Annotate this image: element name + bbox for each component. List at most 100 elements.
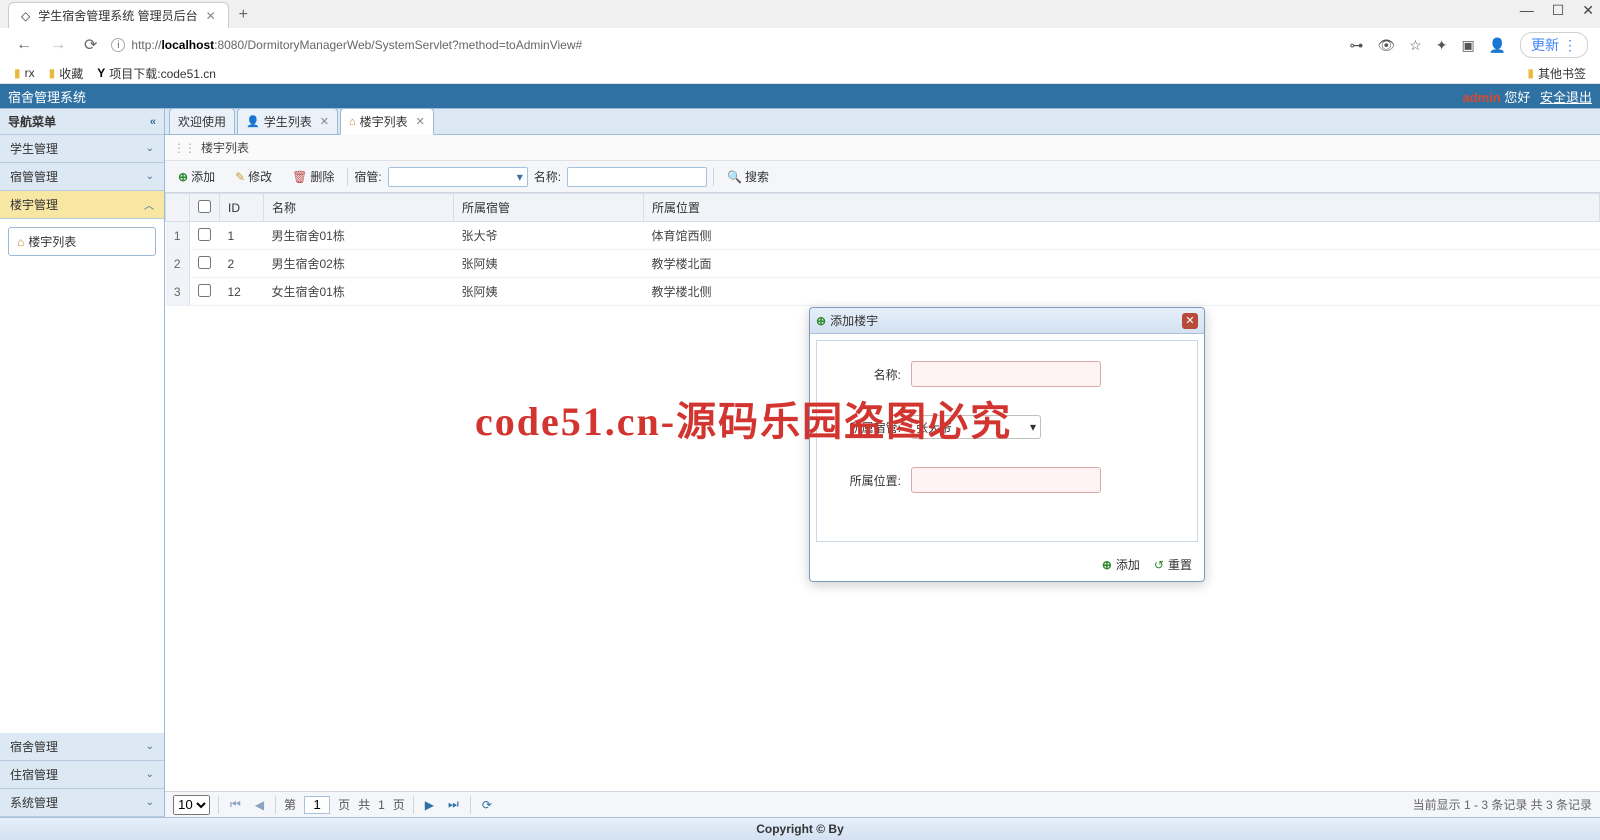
tab-welcome[interactable]: 欢迎使用 (169, 108, 235, 134)
table-row[interactable]: 1 1 男生宿舍01栋 张大爷 体育馆西侧 (166, 222, 1600, 250)
col-location[interactable]: 所属位置 (644, 194, 1600, 222)
last-page-button[interactable]: ⏭ (445, 797, 462, 812)
sidebar-item-building-list[interactable]: ⌂ 楼宇列表 (8, 227, 156, 256)
separator (275, 796, 276, 814)
name-filter-input[interactable] (567, 167, 707, 187)
folder-icon: ▮ (14, 66, 21, 80)
field-manager-label: 所属宿管: (831, 419, 901, 436)
search-button[interactable]: 🔍搜索 (720, 165, 776, 188)
eye-icon[interactable]: 👁 (1377, 37, 1395, 54)
tab-favicon-icon: ◇ (21, 9, 30, 23)
select-all-checkbox[interactable] (198, 200, 211, 213)
home-icon: ⌂ (349, 116, 356, 128)
chevron-down-icon: ⌄ (146, 797, 154, 808)
app-header: 宿舍管理系统 admin 您好 安全退出 (0, 84, 1600, 108)
row-checkbox[interactable] (198, 228, 211, 241)
bookmark-item[interactable]: ▮rx (14, 66, 35, 80)
next-page-button[interactable]: ▶ (422, 798, 437, 812)
bookmark-item[interactable]: Y项目下载:code51.cn (97, 65, 216, 82)
cell-manager: 张阿姨 (454, 278, 644, 306)
logout-link[interactable]: 安全退出 (1540, 90, 1592, 105)
address-bar: ← → ⟳ i http://localhost:8080/DormitoryM… (0, 28, 1600, 62)
row-number: 2 (166, 250, 190, 278)
url-field[interactable]: i http://localhost:8080/DormitoryManager… (111, 38, 1339, 52)
profile-icon[interactable]: 👤 (1489, 37, 1506, 54)
sidebar-group-system[interactable]: 系统管理⌄ (0, 789, 164, 817)
new-tab-button[interactable]: + (229, 2, 258, 28)
table-row[interactable]: 2 2 男生宿舍02栋 张阿姨 教学楼北面 (166, 250, 1600, 278)
cell-name: 男生宿舍02栋 (264, 250, 454, 278)
dialog-title-bar[interactable]: ⊕ 添加楼宇 ✕ (810, 308, 1204, 334)
sidebar: 导航菜单 « 学生管理⌄ 宿管管理⌄ 楼宇管理︿ ⌂ 楼宇列表 宿舍管理⌄ 住宿… (0, 109, 165, 817)
edit-button[interactable]: ✎修改 (228, 165, 279, 188)
first-page-button[interactable]: ⏮ (227, 797, 244, 812)
sidebar-group-student[interactable]: 学生管理⌄ (0, 135, 164, 163)
separator (713, 168, 714, 186)
name-input[interactable] (911, 361, 1101, 387)
cell-name: 女生宿舍01栋 (264, 278, 454, 306)
add-button[interactable]: ⊕添加 (171, 165, 222, 188)
browser-tab[interactable]: ◇ 学生宿舍管理系统 管理员后台 ✕ (8, 2, 229, 28)
row-checkbox[interactable] (198, 256, 211, 269)
tab-title: 学生宿舍管理系统 管理员后台 (38, 7, 197, 24)
filter-manager-label: 宿管: (354, 168, 381, 185)
location-input[interactable] (911, 467, 1101, 493)
filter-name-label: 名称: (534, 168, 561, 185)
cell-id: 1 (220, 222, 264, 250)
pager-status: 当前显示 1 - 3 条记录 共 3 条记录 (1413, 796, 1592, 813)
close-icon[interactable]: ✕ (320, 115, 329, 128)
panel-icon[interactable]: ▣ (1461, 37, 1474, 54)
row-checkbox[interactable] (198, 284, 211, 297)
dialog-reset-button[interactable]: ↺重置 (1154, 556, 1192, 573)
chevron-up-icon: ︿ (144, 197, 154, 212)
page-input[interactable] (304, 796, 330, 814)
col-name[interactable]: 名称 (264, 194, 454, 222)
main-area: 欢迎使用 👤学生列表✕ ⌂楼宇列表✕ ⋮⋮ 楼宇列表 ⊕添加 ✎修改 🗑删除 宿… (165, 109, 1600, 817)
sidebar-group-manager[interactable]: 宿管管理⌄ (0, 163, 164, 191)
url-text: http://localhost:8080/DormitoryManagerWe… (131, 38, 582, 52)
reload-icon[interactable]: ⟳ (80, 33, 101, 57)
back-icon[interactable]: ← (12, 34, 36, 56)
bookmark-item[interactable]: ▮收藏 (49, 65, 84, 82)
user-icon: 👤 (246, 115, 260, 128)
sidebar-group-dorm[interactable]: 宿舍管理⌄ (0, 733, 164, 761)
close-icon[interactable]: ✕ (416, 115, 425, 128)
info-icon[interactable]: i (111, 38, 125, 52)
dialog-add-button[interactable]: ⊕添加 (1102, 556, 1140, 573)
maximize-icon[interactable]: ☐ (1552, 2, 1565, 19)
other-bookmarks[interactable]: ▮其他书签 (1527, 65, 1586, 82)
sidebar-group-building[interactable]: 楼宇管理︿ (0, 191, 164, 219)
table-row[interactable]: 3 12 女生宿舍01栋 张阿姨 教学楼北侧 (166, 278, 1600, 306)
star-icon[interactable]: ☆ (1409, 37, 1422, 54)
tab-student-list[interactable]: 👤学生列表✕ (237, 108, 338, 134)
delete-button[interactable]: 🗑删除 (285, 165, 341, 188)
close-tab-icon[interactable]: ✕ (206, 9, 216, 23)
col-id[interactable]: ID (220, 194, 264, 222)
manager-combo[interactable]: ▾ (388, 167, 528, 187)
page-size-select[interactable]: 10 (173, 795, 210, 815)
tab-bar: 欢迎使用 👤学生列表✕ ⌂楼宇列表✕ (165, 109, 1600, 135)
sidebar-group-stay[interactable]: 住宿管理⌄ (0, 761, 164, 789)
footer: Copyright © By (0, 817, 1600, 840)
prev-page-button[interactable]: ◀ (252, 798, 267, 812)
forward-icon[interactable]: → (46, 34, 70, 56)
tab-building-list[interactable]: ⌂楼宇列表✕ (340, 108, 434, 135)
minimize-icon[interactable]: — (1520, 2, 1534, 19)
cell-name: 男生宿舍01栋 (264, 222, 454, 250)
col-manager[interactable]: 所属宿管 (454, 194, 644, 222)
key-icon[interactable]: ⊶ (1349, 37, 1363, 54)
plus-icon: ⊕ (816, 314, 826, 328)
manager-select[interactable]: 张大爷▾ (911, 415, 1041, 439)
browser-tab-strip: ◇ 学生宿舍管理系统 管理员后台 ✕ + (0, 0, 1600, 28)
extension-icon[interactable]: ✦ (1436, 37, 1448, 54)
refresh-button[interactable]: ⟳ (479, 798, 495, 812)
cell-location: 体育馆西侧 (644, 222, 1600, 250)
collapse-icon[interactable]: « (150, 116, 156, 128)
chevron-down-icon: ⌄ (146, 769, 154, 780)
update-button[interactable]: 更新 ⋮ (1520, 32, 1588, 58)
close-window-icon[interactable]: ✕ (1582, 2, 1594, 19)
window-controls: — ☐ ✕ (1520, 2, 1594, 19)
plus-icon: ⊕ (178, 170, 188, 184)
dialog-close-button[interactable]: ✕ (1182, 313, 1198, 329)
sidebar-title: 导航菜单 « (0, 109, 164, 135)
